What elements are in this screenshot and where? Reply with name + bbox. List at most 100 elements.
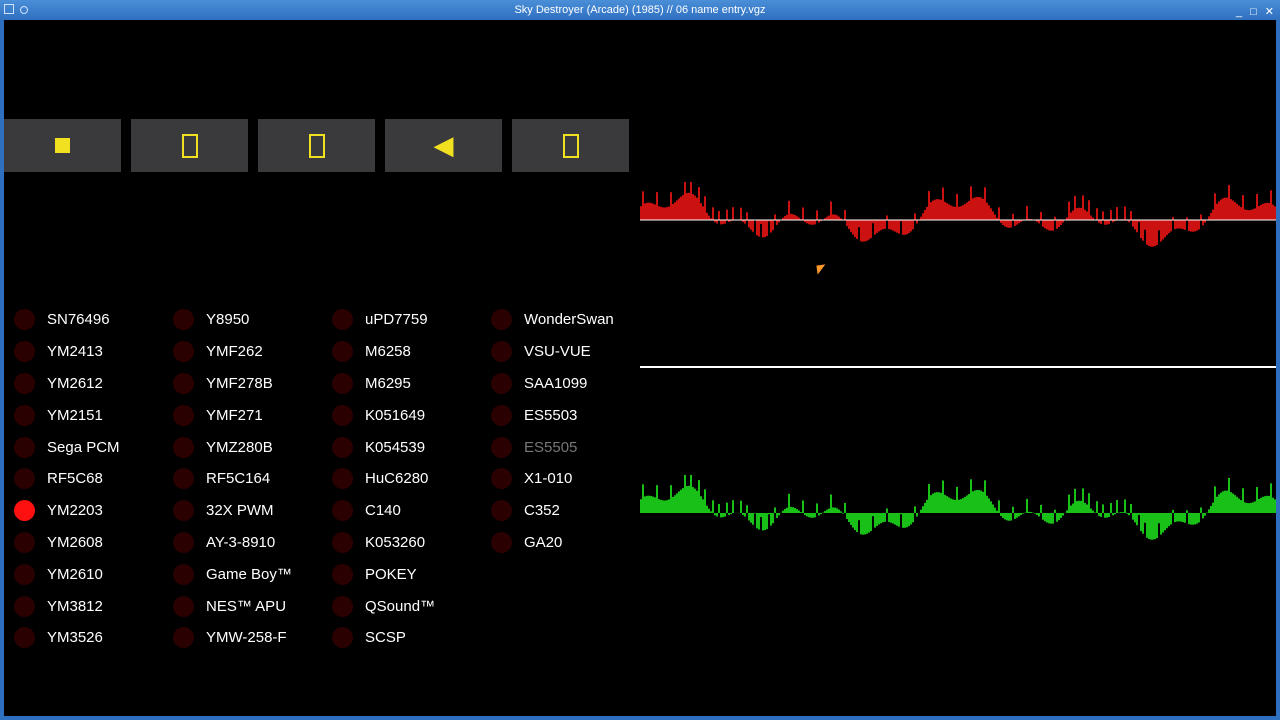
close-icon[interactable]: ✕	[1265, 2, 1274, 22]
waveform-sample	[948, 497, 950, 513]
chip-toggle[interactable]: YM2203	[14, 495, 173, 527]
chip-toggle[interactable]: YM2608	[14, 527, 173, 559]
placeholder-button-2[interactable]	[258, 119, 375, 172]
waveform-sample	[766, 220, 768, 237]
waveform-sample	[694, 488, 696, 513]
chip-toggle[interactable]: X1-010	[491, 463, 650, 495]
chip-toggle[interactable]: YM2612	[14, 368, 173, 400]
waveform-sample	[1172, 509, 1174, 513]
chip-toggle[interactable]: C140	[332, 495, 491, 527]
chip-toggle[interactable]: M6295	[332, 368, 491, 400]
waveform-sample	[922, 213, 924, 220]
placeholder-button-1[interactable]	[131, 119, 248, 172]
chip-toggle[interactable]: YM2610	[14, 558, 173, 590]
chip-toggle[interactable]: YMZ280B	[173, 431, 332, 463]
chip-toggle[interactable]: POKEY	[332, 558, 491, 590]
chip-toggle[interactable]: C352	[491, 495, 650, 527]
chip-toggle[interactable]: M6258	[332, 336, 491, 368]
placeholder-button-3[interactable]	[512, 119, 629, 172]
chip-label: YMF262	[206, 343, 263, 361]
chip-toggle[interactable]: YM3812	[14, 590, 173, 622]
chip-toggle[interactable]: SN76496	[14, 304, 173, 336]
waveform-sample	[668, 499, 670, 513]
chip-label: M6295	[365, 374, 411, 392]
chip-toggle[interactable]: SAA1099	[491, 368, 650, 400]
chip-toggle[interactable]: RF5C68	[14, 463, 173, 495]
waveform-sample	[868, 513, 870, 533]
waveform-sample	[1256, 194, 1258, 220]
waveform-sample	[1088, 493, 1090, 513]
waveform-sample	[852, 220, 854, 235]
waveform-sample	[688, 485, 690, 513]
chip-toggle[interactable]: YM3526	[14, 622, 173, 654]
chip-toggle[interactable]: GA20	[491, 527, 650, 559]
chip-toggle[interactable]: Game Boy™	[173, 558, 332, 590]
chip-label: YM3526	[47, 629, 103, 647]
chip-toggle[interactable]: YM2413	[14, 336, 173, 368]
waveform-sample	[848, 220, 850, 230]
chip-toggle[interactable]: YM2151	[14, 399, 173, 431]
waveform-sample	[700, 203, 702, 220]
waveform-sample	[1272, 204, 1274, 220]
chip-toggle[interactable]: Y8950	[173, 304, 332, 336]
waveform-sample	[1052, 513, 1054, 524]
waveform-sample	[796, 509, 798, 513]
waveform-sample	[1114, 513, 1116, 515]
waveform-sample	[696, 490, 698, 513]
stop-button[interactable]	[4, 119, 121, 172]
waveform-sample	[684, 182, 686, 220]
chip-toggle[interactable]: VSU-VUE	[491, 336, 650, 368]
waveform-sample	[1270, 483, 1272, 513]
waveform-sample	[704, 489, 706, 513]
pin-icon[interactable]	[20, 6, 28, 14]
waveform-sample	[1160, 220, 1162, 242]
waveform-sample	[1130, 504, 1132, 513]
chip-toggle[interactable]: K054539	[332, 431, 491, 463]
waveform-sample	[1042, 220, 1044, 227]
waveform-sample	[652, 203, 654, 220]
waveform-sample	[934, 492, 936, 513]
chip-toggle[interactable]: uPD7759	[332, 304, 491, 336]
waveform-sample	[1046, 220, 1048, 230]
waveform-sample	[1152, 513, 1154, 540]
waveform-sample	[796, 216, 798, 220]
chip-toggle[interactable]: NES™ APU	[173, 590, 332, 622]
previous-button[interactable]: ◀	[385, 119, 502, 172]
waveform-sample	[1122, 512, 1124, 513]
waveform-sample	[906, 220, 908, 235]
chip-toggle[interactable]: K053260	[332, 527, 491, 559]
chip-toggle[interactable]: QSound™	[332, 590, 491, 622]
chip-toggle[interactable]: YMF278B	[173, 368, 332, 400]
minimize-icon[interactable]: _	[1236, 2, 1242, 22]
waveform-sample	[660, 206, 662, 220]
waveform-sample	[1220, 492, 1222, 513]
waveform-sample	[1210, 505, 1212, 513]
chip-toggle[interactable]: YMF262	[173, 336, 332, 368]
window-menu-icon[interactable]	[4, 4, 14, 14]
waveform-sample	[730, 513, 732, 515]
waveform-sample	[830, 494, 832, 513]
chip-toggle[interactable]: HuC6280	[332, 463, 491, 495]
waveform-sample	[844, 210, 846, 220]
waveform-sample	[1252, 209, 1254, 220]
chip-toggle[interactable]: ES5503	[491, 399, 650, 431]
waveform-sample	[916, 513, 918, 517]
chip-toggle[interactable]: AY-3-8910	[173, 527, 332, 559]
waveform-sample	[776, 220, 778, 225]
chip-toggle[interactable]: YMW-258-F	[173, 622, 332, 654]
chip-toggle[interactable]: WonderSwan	[491, 304, 650, 336]
chip-toggle[interactable]: SCSP	[332, 622, 491, 654]
chip-label: GA20	[524, 533, 563, 551]
waveform-sample	[774, 214, 776, 220]
chip-toggle[interactable]: 32X PWM	[173, 495, 332, 527]
chip-toggle[interactable]: YMF271	[173, 399, 332, 431]
window-menu[interactable]	[4, 4, 28, 14]
window-titlebar[interactable]: Sky Destroyer (Arcade) (1985) // 06 name…	[0, 0, 1280, 20]
maximize-icon[interactable]: □	[1250, 2, 1257, 22]
chip-toggle[interactable]: RF5C164	[173, 463, 332, 495]
chip-toggle[interactable]: K051649	[332, 399, 491, 431]
chip-toggle[interactable]: Sega PCM	[14, 431, 173, 463]
waveform-sample	[1084, 502, 1086, 513]
waveform-sample	[982, 491, 984, 513]
chip-toggle[interactable]: ES5505	[491, 431, 650, 463]
